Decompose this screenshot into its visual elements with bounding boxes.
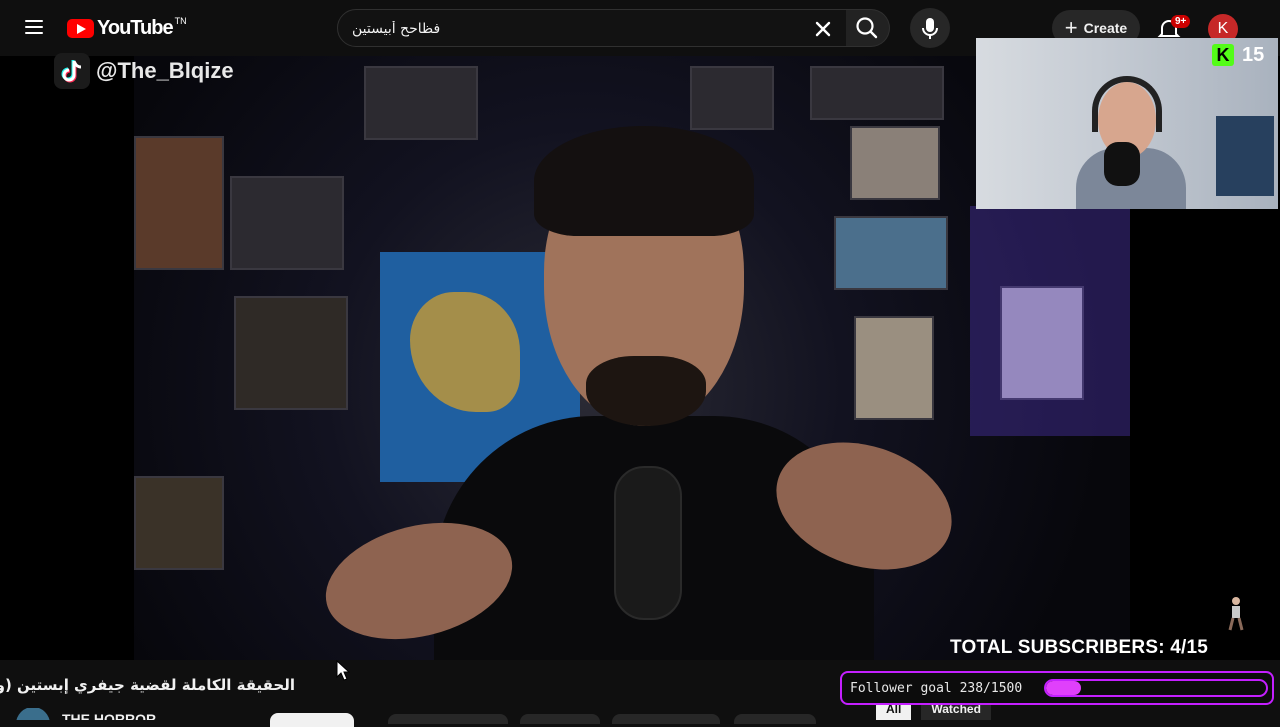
voice-search-button[interactable] — [910, 8, 950, 48]
wall-photo — [850, 126, 940, 200]
plus-icon: + — [1064, 15, 1078, 40]
wall-photo — [854, 316, 934, 420]
clear-search-icon[interactable] — [810, 16, 836, 42]
search-input[interactable] — [350, 10, 794, 48]
create-label: Create — [1083, 20, 1128, 36]
follower-goal-widget: Follower goal 238/1500 — [840, 671, 1274, 705]
studio-microphone — [614, 466, 682, 620]
channel-name[interactable]: THE HORROR — [62, 711, 156, 720]
tiktok-watermark: @The_Blqize — [54, 53, 234, 89]
channel-avatar[interactable] — [16, 708, 50, 720]
streamer-microphone — [1104, 142, 1140, 186]
headphones-icon — [1092, 76, 1162, 132]
total-subscribers-counter: TOTAL SUBSCRIBERS: 4/15 — [950, 637, 1208, 658]
wall-photo — [690, 66, 774, 130]
wall-photo — [234, 296, 348, 410]
wall-photo — [230, 176, 344, 270]
search-box[interactable] — [337, 9, 847, 48]
action-button[interactable] — [520, 714, 600, 724]
youtube-play-icon — [67, 18, 94, 38]
follower-goal-text: Follower goal 238/1500 — [850, 680, 1023, 696]
action-button[interactable] — [612, 714, 720, 724]
wall-photo — [134, 136, 224, 270]
presenter-hair — [534, 126, 754, 236]
menu-icon[interactable] — [18, 16, 50, 40]
kick-viewer-count: 15 — [1242, 43, 1265, 66]
action-button[interactable] — [734, 714, 816, 724]
logo-country-code: TN — [174, 16, 187, 26]
wall-photo — [834, 216, 948, 290]
wall-photo — [810, 66, 944, 120]
presenter-beard — [586, 356, 706, 426]
youtube-logo[interactable]: YouTube TN — [67, 16, 187, 40]
logo-text: YouTube — [97, 16, 174, 39]
subscribe-button[interactable] — [270, 713, 354, 727]
video-title: الحقيقة الكاملة لقضية جيفري إبستين (وثائ… — [0, 676, 295, 694]
tiktok-icon — [54, 53, 90, 89]
microphone-icon — [922, 18, 938, 39]
neon-light — [970, 206, 1130, 436]
wall-photo — [134, 476, 224, 570]
mouse-cursor-icon — [336, 660, 350, 681]
search-icon — [856, 17, 878, 39]
action-button[interactable] — [388, 714, 508, 724]
notification-badge: 9+ — [1171, 15, 1191, 28]
kick-logo-icon: K — [1212, 44, 1234, 66]
dancing-figure-icon — [1228, 597, 1244, 631]
wall-photo — [364, 66, 478, 140]
channel-row: THE HORROR — [16, 708, 156, 720]
webcam-wall-art — [1216, 116, 1274, 196]
follower-goal-track — [1044, 679, 1268, 697]
kick-viewer-badge: K 15 — [1212, 42, 1264, 68]
follower-goal-fill — [1046, 681, 1081, 695]
search-button[interactable] — [846, 9, 890, 47]
tiktok-handle: @The_Blqize — [96, 58, 234, 83]
